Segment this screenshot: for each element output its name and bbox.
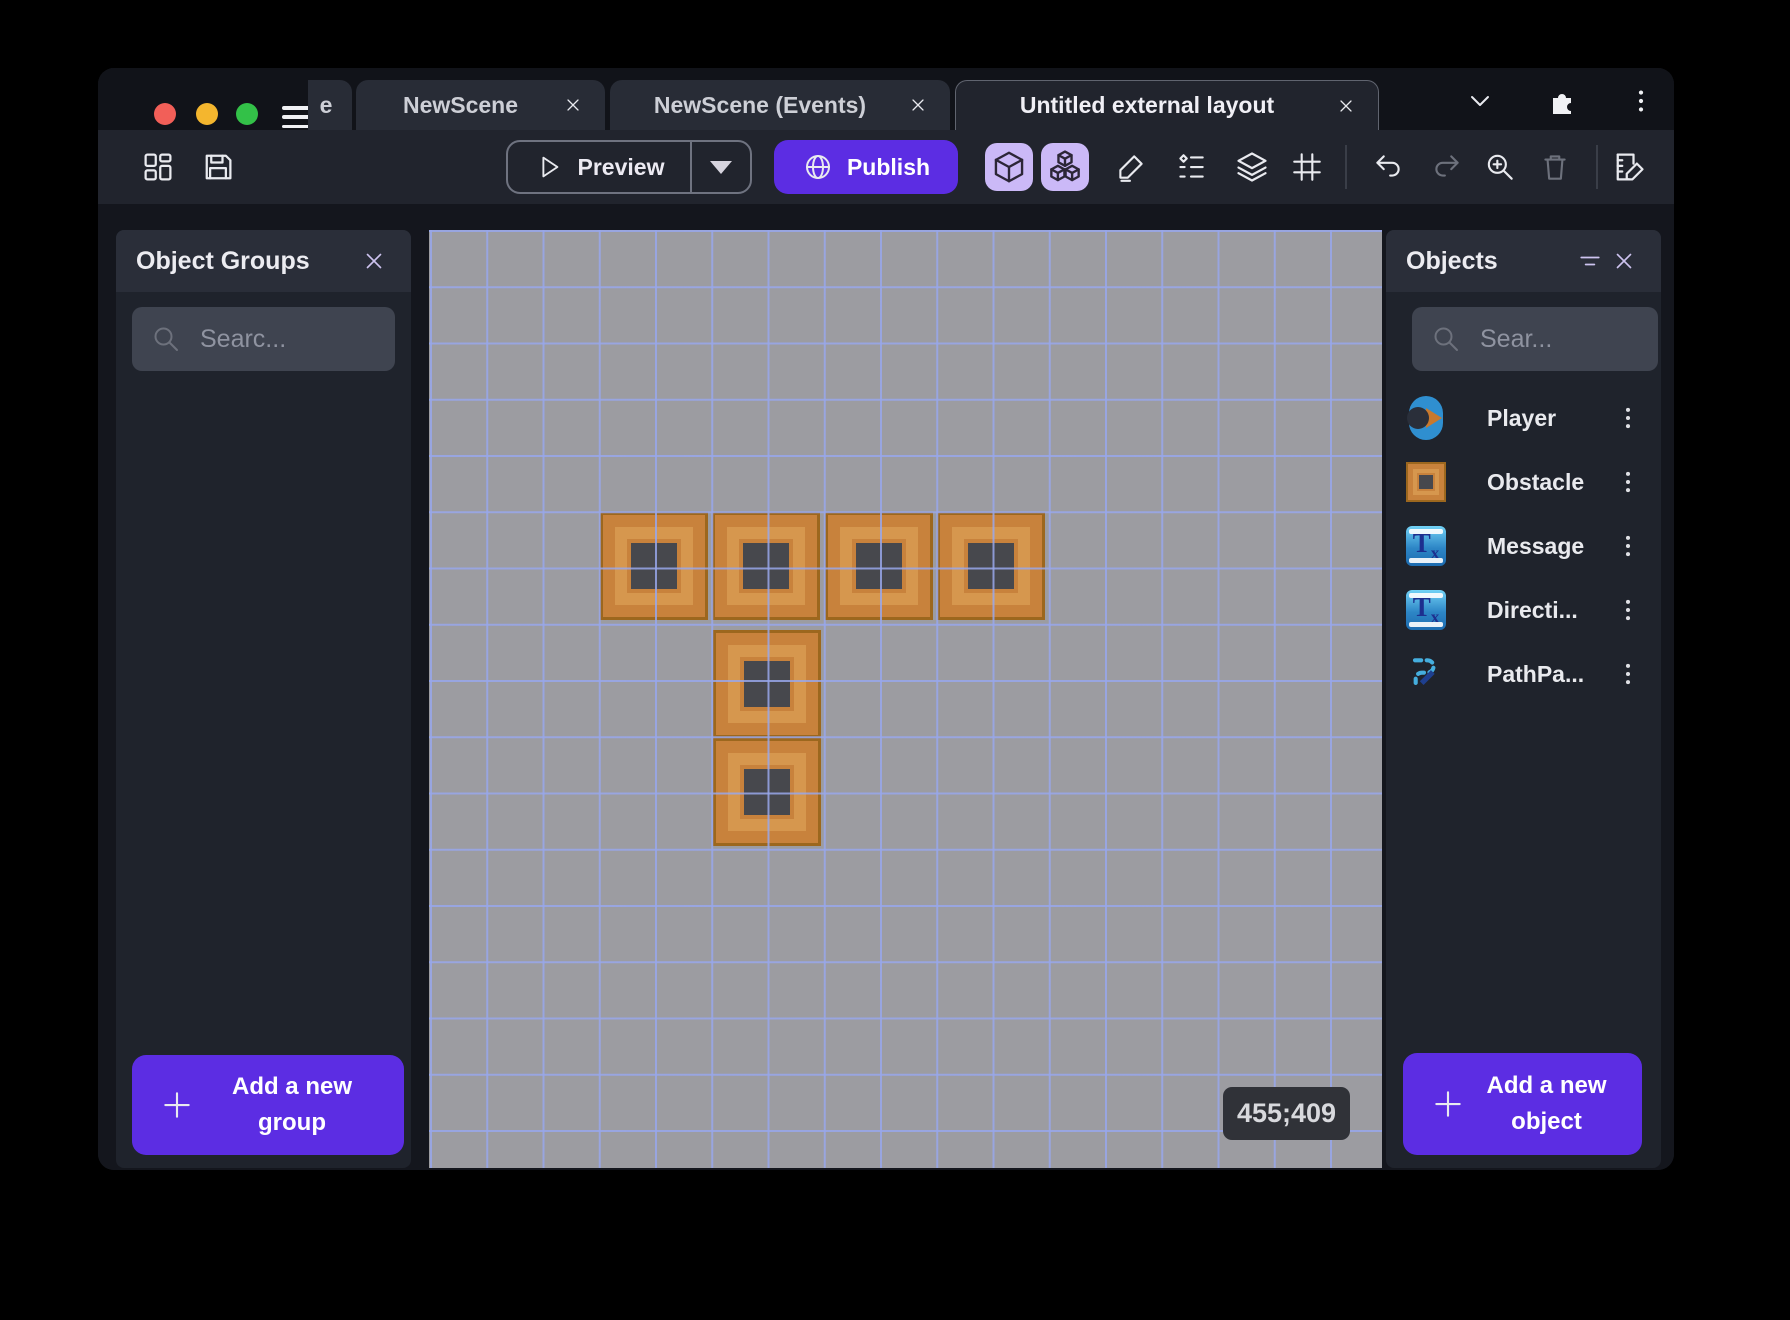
toolbar-divider bbox=[1345, 145, 1347, 189]
close-window-button[interactable] bbox=[154, 103, 176, 125]
gdevelop-window: e NewScene NewScene (Events) Untitled ex… bbox=[98, 68, 1674, 1170]
object-name: Directi... bbox=[1487, 597, 1578, 624]
layers-icon[interactable] bbox=[1230, 145, 1274, 189]
object-menu-kebab-icon[interactable] bbox=[1611, 657, 1645, 691]
tab-newscene[interactable]: NewScene bbox=[356, 80, 605, 130]
cursor-coordinates-value: 455;409 bbox=[1237, 1098, 1336, 1129]
object-groups-search-input[interactable] bbox=[200, 325, 377, 354]
tab-partial-label: e bbox=[308, 92, 344, 119]
tab-bar: e NewScene NewScene (Events) Untitled ex… bbox=[98, 68, 1674, 130]
extensions-puzzle-icon[interactable] bbox=[1542, 81, 1582, 121]
close-tab-icon[interactable] bbox=[908, 95, 928, 115]
obstacle-instance[interactable] bbox=[712, 512, 820, 620]
add-object-label-line1: Add a new bbox=[1486, 1072, 1606, 1099]
obstacle-instance[interactable] bbox=[825, 512, 933, 620]
path-object-icon bbox=[1404, 652, 1448, 696]
edit-scene-properties-icon[interactable] bbox=[1607, 145, 1651, 189]
text-object-icon: Tx bbox=[1404, 588, 1448, 632]
obstacle-instance[interactable] bbox=[713, 630, 821, 738]
toggle-instances-view-button[interactable] bbox=[1041, 143, 1089, 191]
add-object-button[interactable]: Add a new object bbox=[1403, 1053, 1642, 1155]
undo-icon[interactable] bbox=[1366, 145, 1410, 189]
toggle-3d-view-button[interactable] bbox=[985, 143, 1033, 191]
preview-button[interactable]: Preview bbox=[506, 140, 752, 194]
obstacle-instance[interactable] bbox=[937, 512, 1045, 620]
grid-overlay bbox=[429, 230, 1382, 1168]
obstacle-instance[interactable] bbox=[713, 738, 821, 846]
objects-search-input[interactable] bbox=[1480, 325, 1640, 354]
save-icon[interactable] bbox=[196, 145, 240, 189]
maximize-window-button[interactable] bbox=[236, 103, 258, 125]
object-row-direction[interactable]: Tx Directi... bbox=[1386, 578, 1661, 642]
toggle-panels-icon[interactable] bbox=[136, 145, 180, 189]
caret-down-icon bbox=[710, 161, 732, 174]
tab-label: Untitled external layout bbox=[978, 92, 1316, 119]
preview-label: Preview bbox=[578, 154, 665, 181]
add-group-label-line1: Add a new bbox=[232, 1073, 352, 1100]
objects-search[interactable] bbox=[1412, 307, 1658, 371]
object-name: Obstacle bbox=[1487, 469, 1584, 496]
preview-dropdown-button[interactable] bbox=[692, 142, 750, 192]
close-panel-icon[interactable] bbox=[357, 244, 391, 278]
add-object-label-line2: object bbox=[1511, 1108, 1582, 1135]
obstacle-icon bbox=[1404, 460, 1448, 504]
add-group-label-line2: group bbox=[258, 1109, 326, 1136]
scene-canvas[interactable]: 455;409 bbox=[429, 230, 1382, 1168]
objects-header: Objects bbox=[1386, 230, 1661, 292]
object-name: PathPa... bbox=[1487, 661, 1584, 688]
tab-partial[interactable]: e bbox=[308, 80, 352, 130]
tab-untitled-external-layout[interactable]: Untitled external layout bbox=[955, 80, 1379, 130]
edit-pencil-icon[interactable] bbox=[1109, 145, 1153, 189]
object-row-message[interactable]: Tx Message bbox=[1386, 514, 1661, 578]
zoom-in-icon[interactable] bbox=[1478, 145, 1522, 189]
tab-newscene-events[interactable]: NewScene (Events) bbox=[610, 80, 950, 130]
object-menu-kebab-icon[interactable] bbox=[1611, 465, 1645, 499]
grid-icon[interactable] bbox=[1285, 145, 1329, 189]
add-group-button[interactable]: Add a new group bbox=[132, 1055, 404, 1155]
object-menu-kebab-icon[interactable] bbox=[1611, 593, 1645, 627]
close-tab-icon[interactable] bbox=[563, 95, 583, 115]
publish-button[interactable]: Publish bbox=[774, 140, 958, 194]
tab-label: NewScene bbox=[378, 92, 543, 119]
filter-icon[interactable] bbox=[1573, 244, 1607, 278]
delete-trash-icon[interactable] bbox=[1533, 145, 1577, 189]
object-groups-panel: Object Groups Add a new group bbox=[116, 230, 411, 1168]
cursor-coordinates-badge: 455;409 bbox=[1223, 1087, 1350, 1140]
object-groups-search[interactable] bbox=[132, 307, 395, 371]
toolbar-divider bbox=[1596, 145, 1598, 189]
objects-list: Player Obstacle Tx bbox=[1386, 386, 1661, 706]
close-tab-icon[interactable] bbox=[1336, 96, 1356, 116]
redo-icon[interactable] bbox=[1425, 145, 1469, 189]
minimize-window-button[interactable] bbox=[196, 103, 218, 125]
object-row-obstacle[interactable]: Obstacle bbox=[1386, 450, 1661, 514]
object-name: Message bbox=[1487, 533, 1584, 560]
toolbar: Preview Publish bbox=[98, 130, 1674, 204]
object-menu-kebab-icon[interactable] bbox=[1611, 401, 1645, 435]
object-name: Player bbox=[1487, 405, 1556, 432]
chevron-down-icon[interactable] bbox=[1460, 81, 1500, 121]
preview-button-main[interactable]: Preview bbox=[508, 142, 690, 192]
object-groups-header: Object Groups bbox=[116, 230, 411, 292]
kebab-menu-icon[interactable] bbox=[1621, 81, 1661, 121]
obstacle-instance[interactable] bbox=[600, 512, 708, 620]
object-groups-title: Object Groups bbox=[136, 247, 310, 276]
object-menu-kebab-icon[interactable] bbox=[1611, 529, 1645, 563]
objects-title: Objects bbox=[1406, 247, 1498, 276]
close-panel-icon[interactable] bbox=[1607, 244, 1641, 278]
text-object-icon: Tx bbox=[1404, 524, 1448, 568]
objects-panel: Objects Player bbox=[1386, 230, 1661, 1168]
tab-label: NewScene (Events) bbox=[632, 92, 888, 119]
instances-list-icon[interactable] bbox=[1169, 145, 1213, 189]
object-row-player[interactable]: Player bbox=[1386, 386, 1661, 450]
publish-label: Publish bbox=[847, 154, 930, 181]
player-icon bbox=[1404, 396, 1448, 440]
object-row-pathpainter[interactable]: PathPa... bbox=[1386, 642, 1661, 706]
editor-content: Object Groups Add a new group bbox=[98, 204, 1674, 1170]
